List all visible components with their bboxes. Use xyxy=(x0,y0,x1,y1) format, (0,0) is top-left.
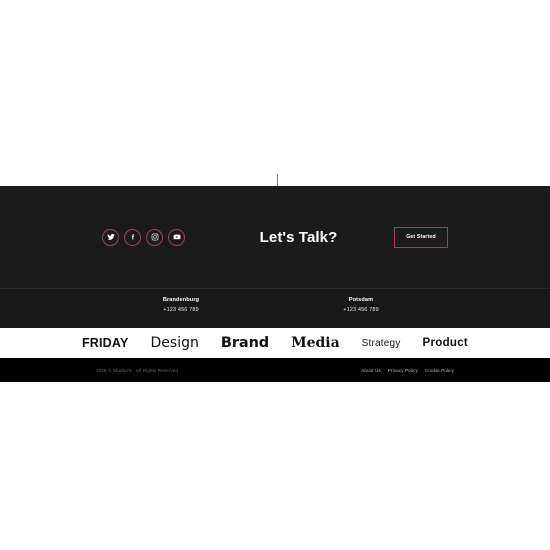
location-phone[interactable]: +123 456 789 xyxy=(320,307,402,313)
facebook-icon xyxy=(129,233,137,241)
copyright-text: 2025 © Studio74 - All Rights Reserved xyxy=(96,367,179,373)
instagram-icon xyxy=(151,233,159,241)
footer-link-privacy-policy[interactable]: Privacy Policy xyxy=(388,368,418,373)
social-link-instagram[interactable] xyxy=(146,228,163,246)
bottom-whitespace xyxy=(0,382,550,550)
location-phone[interactable]: +123 456 789 xyxy=(140,307,222,313)
twitter-icon xyxy=(106,233,115,241)
type-word-media[interactable]: Media xyxy=(291,335,340,351)
locations-band: Brandenburg +123 456 789 Potsdam +123 45… xyxy=(0,288,550,329)
youtube-icon xyxy=(173,233,181,241)
location-potsdam: Potsdam +123 456 789 xyxy=(320,297,402,313)
type-word-brand[interactable]: Brand xyxy=(221,335,269,351)
social-link-youtube[interactable] xyxy=(168,228,185,246)
location-brandenburg: Brandenburg +123 456 789 xyxy=(140,297,222,313)
get-started-button[interactable]: Get Started xyxy=(394,226,448,248)
top-whitespace xyxy=(0,0,550,186)
footer-bar: 2025 © Studio74 - All Rights Reserved Ab… xyxy=(0,358,550,382)
type-word-friday[interactable]: FRIDAY xyxy=(82,336,129,350)
cta-band: Let's Talk? Get Started xyxy=(0,186,550,288)
footer-page: Let's Talk? Get Started Brandenburg +123… xyxy=(0,0,550,550)
typography-strip: FRIDAY Design Brand Media Strategy Produ… xyxy=(0,328,550,358)
type-word-product[interactable]: Product xyxy=(423,337,469,349)
type-word-design[interactable]: Design xyxy=(151,335,199,351)
cta-content: Let's Talk? Get Started xyxy=(0,186,550,288)
footer-link-about-us[interactable]: About Us xyxy=(361,368,381,373)
location-city: Brandenburg xyxy=(162,297,200,303)
social-link-facebook[interactable] xyxy=(124,228,141,246)
footer-link-cookie-policy[interactable]: Cookie Policy xyxy=(425,368,454,373)
footer-bar-content: 2025 © Studio74 - All Rights Reserved Ab… xyxy=(0,358,550,382)
locations-content: Brandenburg +123 456 789 Potsdam +123 45… xyxy=(0,289,550,329)
social-link-twitter[interactable] xyxy=(102,228,119,246)
location-city: Potsdam xyxy=(348,297,374,303)
type-word-strategy[interactable]: Strategy xyxy=(362,338,401,349)
social-links xyxy=(102,228,185,246)
legal-links: About Us Privacy Policy Cookie Policy xyxy=(361,368,454,373)
cta-title: Let's Talk? xyxy=(259,228,338,246)
